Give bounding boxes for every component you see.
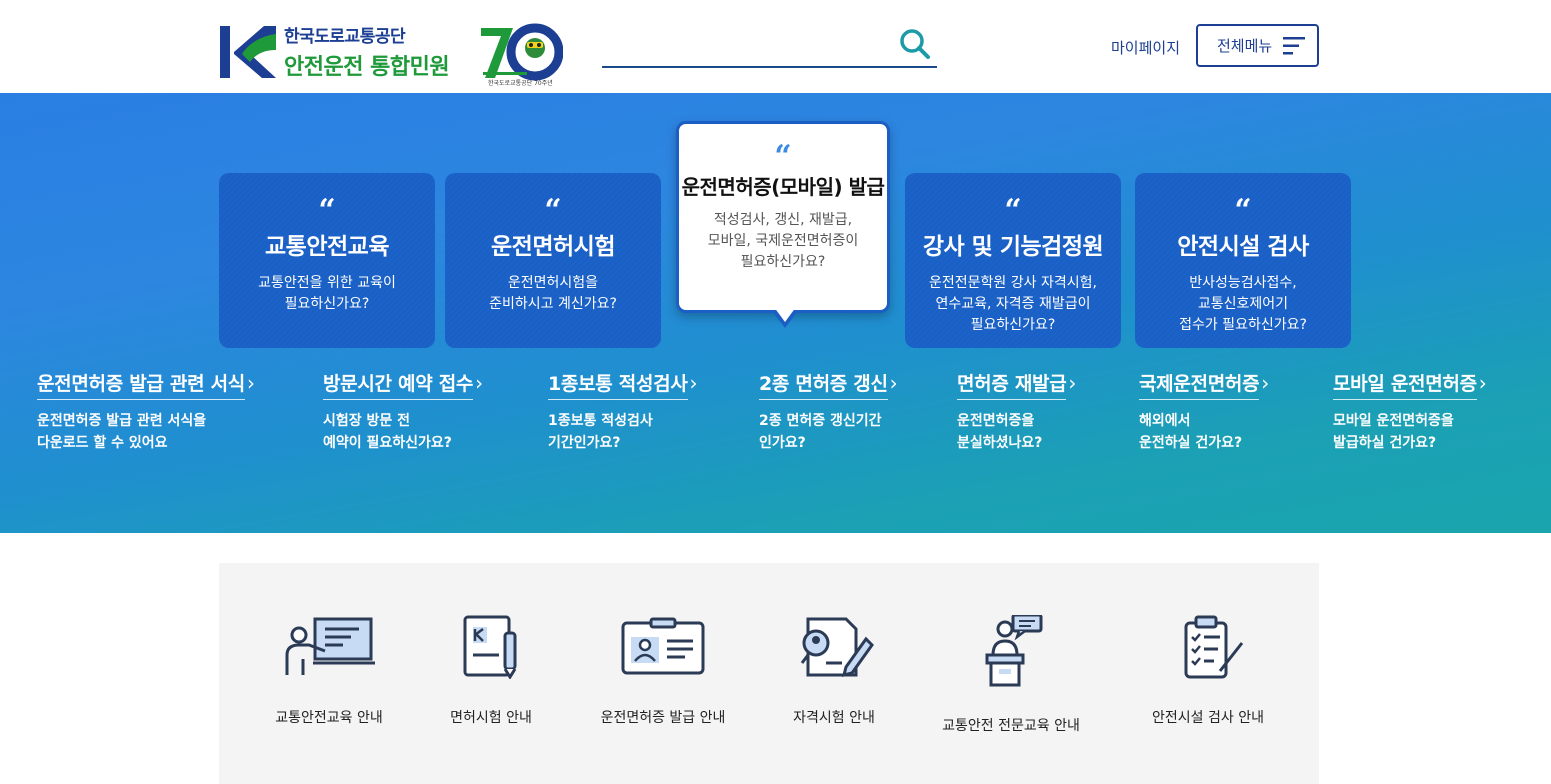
sublink-title: 국제운전면허증 bbox=[1139, 369, 1260, 400]
service-label: 자격시험 안내 bbox=[793, 710, 875, 726]
allmenu-label: 전체메뉴 bbox=[1217, 37, 1273, 55]
sublink-class2-renewal[interactable]: 2종 면허증 갱신 › 2종 면허증 갱신기간 인가요? bbox=[759, 369, 898, 454]
sublink-title: 면허증 재발급 bbox=[957, 369, 1067, 400]
card-title: 안전시설 검사 bbox=[1177, 234, 1309, 260]
quote-icon: “ bbox=[774, 139, 792, 174]
service-label: 운전면허증 발급 안내 bbox=[600, 710, 726, 726]
sublink-visit-reservation[interactable]: 방문시간 예약 접수 › 시험장 방문 전 예약이 필요하신가요? bbox=[323, 369, 483, 454]
sublink-title: 모바일 운전면허증 bbox=[1333, 369, 1477, 400]
card-license-issuance[interactable]: “ 운전면허증(모바일) 발급 적성검사, 갱신, 재발급, 모바일, 국제운전… bbox=[676, 121, 890, 328]
card-desc: 적성검사, 갱신, 재발급, 모바일, 국제운전면허증이 필요하신가요? bbox=[707, 212, 859, 270]
chevron-right-icon: › bbox=[1261, 371, 1270, 395]
card-desc: 운전면허시험을 준비하시고 계신가요? bbox=[489, 275, 617, 312]
card-desc: 반사성능검사접수, 교통신호제어기 접수가 필요하신가요? bbox=[1179, 275, 1307, 333]
card-title: 운전면허시험 bbox=[491, 234, 615, 260]
card-safety-facility-inspection[interactable]: “ 안전시설 검사 반사성능검사접수, 교통신호제어기 접수가 필요하신가요? bbox=[1135, 173, 1351, 348]
sublink-license-reissue[interactable]: 면허증 재발급 › 운전면허증을 분실하셨나요? bbox=[957, 369, 1076, 454]
search-input[interactable] bbox=[602, 28, 892, 64]
lecturer-podium-icon bbox=[985, 615, 1043, 687]
card-title: 교통안전교육 bbox=[265, 234, 389, 260]
card-license-exam[interactable]: “ 운전면허시험 운전면허시험을 준비하시고 계신가요? bbox=[445, 173, 661, 348]
chevron-right-icon: › bbox=[1478, 371, 1487, 395]
service-qualification-exam-guide[interactable]: 자격시험 안내 bbox=[774, 615, 894, 727]
mypage-link[interactable]: 마이페이지 bbox=[1111, 37, 1180, 58]
service-label: 교통안전교육 안내 bbox=[275, 710, 383, 726]
service-name: 안전운전 통합민원 bbox=[284, 55, 450, 80]
quote-icon: “ bbox=[318, 193, 336, 228]
chevron-right-icon: › bbox=[475, 371, 484, 395]
service-license-exam-guide[interactable]: 면허시험 안내 bbox=[431, 615, 551, 727]
site-logo[interactable]: 한국도로교통공단 안전운전 통합민원 bbox=[220, 22, 450, 81]
org-name: 한국도로교통공단 bbox=[284, 27, 406, 47]
exam-document-icon bbox=[800, 617, 874, 678]
sublink-desc: 운전면허증을 분실하셨나요? bbox=[957, 413, 1043, 451]
hero-section: “ 교통안전교육 교통안전을 위한 교육이 필요하신가요? “ 운전면허시험 운… bbox=[0, 93, 1551, 533]
sublink-title: 운전면허증 발급 관련 서식 bbox=[37, 369, 245, 400]
card-title: 강사 및 기능검정원 bbox=[922, 234, 1104, 260]
sublink-mobile-license[interactable]: 모바일 운전면허증 › 모바일 운전면허증을 발급하실 건가요? bbox=[1333, 369, 1487, 454]
search-bar bbox=[602, 28, 937, 68]
sublink-title: 방문시간 예약 접수 bbox=[323, 369, 473, 400]
quote-icon: “ bbox=[1004, 193, 1022, 228]
site-header: 한국도로교통공단 안전운전 통합민원 한국도로교통공단 70주년 마이페이지 전… bbox=[0, 0, 1551, 93]
allmenu-button[interactable]: 전체메뉴 bbox=[1196, 24, 1319, 67]
search-icon[interactable] bbox=[899, 28, 931, 60]
hamburger-icon bbox=[1283, 37, 1305, 55]
card-instructor-examiner[interactable]: “ 강사 및 기능검정원 운전전문학원 강사 자격시험, 연수교육, 자격증 재… bbox=[905, 173, 1121, 348]
card-pointer bbox=[771, 307, 799, 328]
sublink-title: 1종보통 적성검사 bbox=[548, 369, 688, 400]
sublink-title: 2종 면허증 갱신 bbox=[759, 369, 888, 400]
card-traffic-safety-education[interactable]: “ 교통안전교육 교통안전을 위한 교육이 필요하신가요? bbox=[219, 173, 435, 348]
id-card-icon bbox=[621, 617, 705, 675]
chevron-right-icon: › bbox=[689, 371, 698, 395]
service-license-issuance-guide[interactable]: 운전면허증 발급 안내 bbox=[593, 615, 733, 727]
sublink-class1-aptitude-test[interactable]: 1종보통 적성검사 › 1종보통 적성검사 기간인가요? bbox=[548, 369, 698, 454]
service-guide-panel: 교통안전교육 안내 면허시험 안내 운전면허증 발급 안내 자격시험 안내 교통… bbox=[219, 563, 1319, 784]
sublink-desc: 모바일 운전면허증을 발급하실 건가요? bbox=[1333, 413, 1454, 451]
sublink-desc: 운전면허증 발급 관련 서식을 다운로드 할 수 있어요 bbox=[37, 413, 207, 451]
sublink-international-license[interactable]: 국제운전면허증 › 해외에서 운전하실 건가요? bbox=[1139, 369, 1269, 454]
sublink-desc: 2종 면허증 갱신기간 인가요? bbox=[759, 413, 882, 451]
license-book-icon bbox=[463, 615, 517, 679]
clipboard-checklist-icon bbox=[1184, 615, 1244, 679]
presentation-icon bbox=[285, 617, 375, 675]
service-safety-facility-guide[interactable]: 안전시설 검사 안내 bbox=[1138, 615, 1278, 727]
card-desc: 교통안전을 위한 교육이 필요하신가요? bbox=[258, 275, 396, 312]
card-desc: 운전전문학원 강사 자격시험, 연수교육, 자격증 재발급이 필요하신가요? bbox=[929, 275, 1097, 333]
service-professional-education-guide[interactable]: 교통안전 전문교육 안내 bbox=[931, 615, 1091, 735]
service-label: 안전시설 검사 안내 bbox=[1152, 710, 1264, 726]
quote-icon: “ bbox=[1234, 193, 1252, 228]
service-label: 면허시험 안내 bbox=[450, 710, 532, 726]
chevron-right-icon: › bbox=[1068, 371, 1077, 395]
service-traffic-education-guide[interactable]: 교통안전교육 안내 bbox=[269, 615, 389, 727]
sublink-desc: 시험장 방문 전 예약이 필요하신가요? bbox=[323, 413, 452, 451]
quote-icon: “ bbox=[544, 193, 562, 228]
card-title: 운전면허증(모바일) 발급 bbox=[681, 175, 885, 199]
sublink-desc: 1종보통 적성검사 기간인가요? bbox=[548, 413, 653, 451]
kotsa-logo-icon bbox=[220, 25, 276, 78]
chevron-right-icon: › bbox=[246, 371, 255, 395]
anniversary-caption: 한국도로교통공단 70주년 bbox=[488, 80, 553, 87]
sublink-license-forms[interactable]: 운전면허증 발급 관련 서식 › 운전면허증 발급 관련 서식을 다운로드 할 수… bbox=[37, 369, 255, 454]
sublink-desc: 해외에서 운전하실 건가요? bbox=[1139, 413, 1243, 451]
service-label: 교통안전 전문교육 안내 bbox=[942, 718, 1080, 734]
chevron-right-icon: › bbox=[889, 371, 898, 395]
